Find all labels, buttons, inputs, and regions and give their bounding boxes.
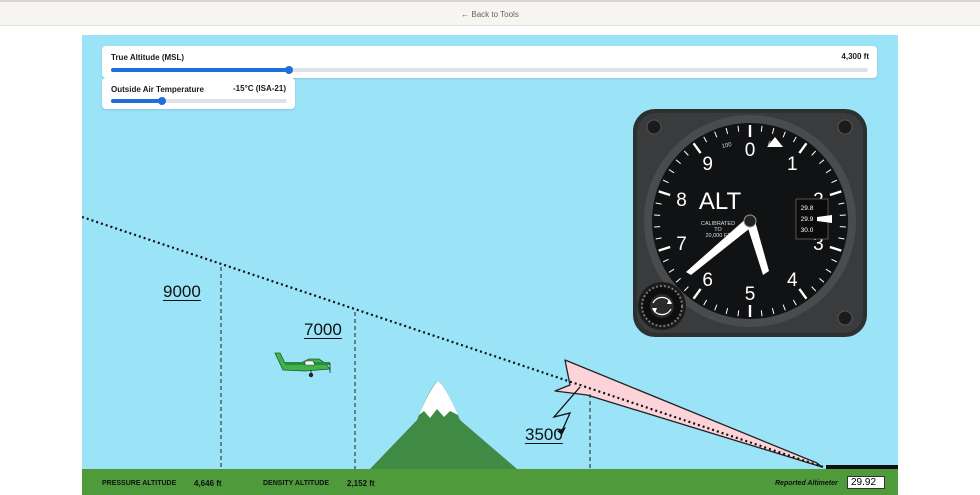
density-altitude-label: DENSITY ALTITUDE: [263, 480, 329, 487]
altimeter-digit-9: 9: [702, 154, 713, 175]
density-altitude-value: 2,152 ft: [347, 479, 375, 488]
oat-slider-thumb[interactable]: [158, 97, 167, 105]
oat-slider-fill: [111, 99, 163, 103]
altitude-label-9000: 9000: [163, 282, 201, 301]
top-nav-bar: ← Back to Tools: [0, 0, 980, 26]
oat-value: -15°C (ISA-21): [233, 84, 286, 93]
oat-label: Outside Air Temperature: [111, 85, 204, 94]
altitude-label-3500: 3500: [525, 425, 563, 444]
altimeter-digit-7: 7: [676, 234, 687, 255]
pressure-altitude-value: 4,646 ft: [194, 479, 222, 488]
screw-top-left: [646, 119, 662, 135]
true-altitude-label: True Altitude (MSL): [111, 53, 185, 62]
oat-panel: Outside Air Temperature -15°C (ISA-21): [102, 78, 295, 109]
reported-altimeter-label: Reported Altimeter: [775, 480, 838, 487]
oat-slider[interactable]: [111, 97, 287, 105]
back-to-tools-link[interactable]: ← Back to Tools: [0, 10, 980, 19]
true-altitude-slider-thumb[interactable]: [284, 66, 293, 74]
kollsman-value-3: 30.0: [801, 227, 814, 234]
true-altitude-slider-fill: [111, 68, 289, 72]
kollsman-value-1: 29.8: [801, 205, 814, 212]
kollsman-value-2: 29.9: [801, 216, 814, 223]
altitude-scene: 9000 7000 3500 True Altitude (MSL) 4,300…: [82, 35, 898, 495]
true-altitude-slider[interactable]: [111, 66, 868, 74]
altimeter-gauge: 0123456789 ALT CALIBRATED TO 20,000 FT 1…: [633, 109, 867, 337]
altimeter-digit-6: 6: [702, 270, 713, 291]
altimeter-digit-4: 4: [787, 270, 798, 291]
altitude-label-7000: 7000: [304, 320, 342, 339]
true-altitude-value: 4,300 ft: [841, 52, 869, 61]
altimeter-digit-5: 5: [745, 284, 756, 305]
altimeter-knob[interactable]: [638, 282, 686, 330]
screw-bottom-right: [837, 310, 853, 326]
altimeter-digit-1: 1: [787, 154, 798, 175]
altimeter-alt-text: ALT: [699, 188, 742, 215]
altimeter-hub: [743, 214, 757, 228]
screw-top-right: [837, 119, 853, 135]
true-altitude-panel: True Altitude (MSL) 4,300 ft: [102, 46, 877, 78]
pressure-altitude-label: PRESSURE ALTITUDE: [102, 480, 177, 487]
altimeter-digit-0: 0: [745, 140, 756, 161]
altimeter-digit-8: 8: [676, 190, 687, 211]
reported-altimeter-input[interactable]: 29.92: [847, 476, 885, 489]
